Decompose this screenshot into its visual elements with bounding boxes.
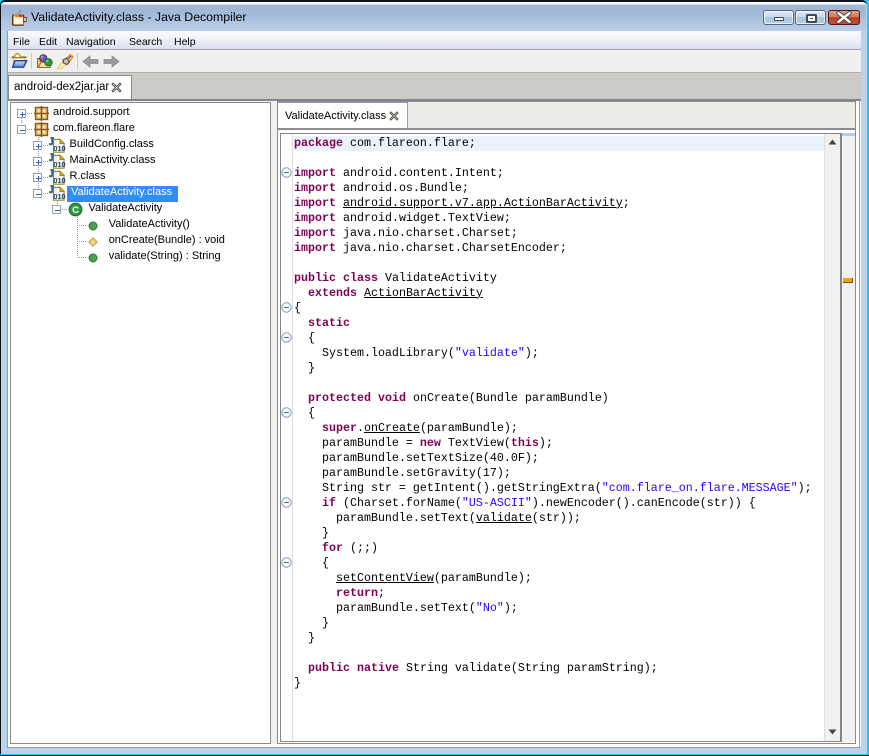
svg-text:C: C (72, 205, 79, 216)
